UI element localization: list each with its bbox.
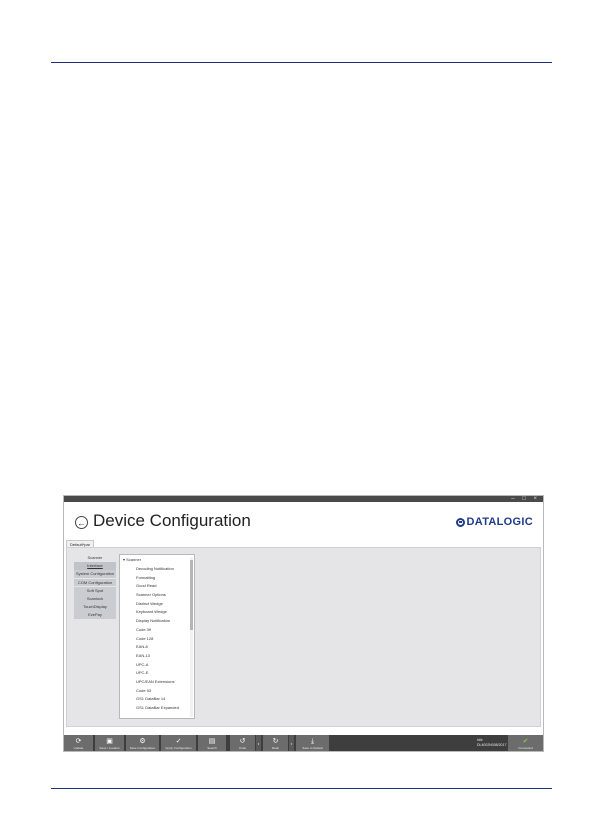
tree-root-label: Scanner [126,557,142,562]
search-icon: ▤ [208,737,216,745]
undo-icon: ↺ [239,737,246,745]
redo-button[interactable]: ↻ Redo [263,735,288,751]
check-icon: ✓ [175,737,182,745]
save-icon: ▣ [106,737,113,745]
nav-item-scanner[interactable]: Scanner [74,554,116,562]
search-button[interactable]: ▤ Search [198,735,226,751]
tree-item[interactable]: Code 93 [136,687,179,696]
status-device-id: DL4002N008/2017 [477,743,507,747]
app-header: ← Device Configuration DATALOGIC [64,502,543,538]
redo-icon: ↻ [272,737,279,745]
undo-dropdown[interactable]: ▾ [256,735,261,751]
tree-scrollbar[interactable] [190,557,193,717]
tree-item[interactable]: UPC-A [136,661,179,670]
undo-button[interactable]: ↺ Undo [230,735,255,751]
scrollbar-thumb[interactable] [190,560,193,630]
save-loaders-button[interactable]: ▣ Save / Loaders [95,735,124,751]
application-window: – □ × ← Device Configuration DATALOGIC D… [63,495,544,752]
nav-item-soft-spot[interactable]: Soft Spot [74,586,116,595]
header-rule [51,62,552,63]
tree-item[interactable]: Formatting [136,574,179,583]
tree-item[interactable]: Keyboard Wedge [136,608,179,617]
tree-item[interactable]: Code 128 [136,635,179,644]
nav-item-com-configuration[interactable]: COM Configuration [74,578,116,587]
nav-item-system-configuration[interactable]: System Configuration [74,570,116,579]
tree-item[interactable]: GS1 DataBar Expanded [136,704,179,713]
apply-configuration-button[interactable]: ✓ Apply Configuration [161,735,196,751]
connect-button[interactable]: ✔ Connected [508,735,543,751]
chevron-down-icon: ▾ [257,741,260,746]
nav-item-ezepay[interactable]: EzePay [74,611,116,620]
tree-root[interactable]: ▾ Scanner [123,557,141,562]
tree-item[interactable]: EAN-8 [136,643,179,652]
logo-mark-icon [455,517,465,527]
bottom-toolbar: ⟳ Update ▣ Save / Loaders ⚙ Save Configu… [64,735,543,751]
nav-item-touchdisplay[interactable]: TouchDisplay [74,603,116,611]
tree-item[interactable]: Scanner Options [136,591,179,600]
nav-item-scanlock[interactable]: Scanlock [74,594,116,603]
tree-item[interactable]: Decoding Notification [136,565,179,574]
tree-item[interactable]: UPC/EAN Extensions [136,678,179,687]
update-button[interactable]: ⟳ Update [64,735,93,751]
category-nav: Scanner Interface System Configuration C… [74,554,116,620]
device-status: Idle DL4002N008/2017 [477,738,506,748]
chevron-down-icon: ▾ [290,741,293,746]
tree-item[interactable]: Distinct Wedge [136,600,179,609]
tree-item[interactable]: Display Notification [136,617,179,626]
datalogic-logo: DATALOGIC [455,516,533,528]
save-to-default-button[interactable]: ⤓ Save to Default [296,735,329,751]
redo-dropdown[interactable]: ▾ [289,735,294,751]
footer-rule [51,788,552,789]
logo-text: DATALOGIC [466,516,533,528]
back-arrow-icon[interactable]: ← [75,516,88,529]
settings-tree: ▾ Scanner Decoding Notification Formatti… [119,554,195,719]
refresh-icon: ⟳ [75,737,82,745]
download-icon: ⤓ [310,737,315,745]
config-panel: Scanner Interface System Configuration C… [66,547,541,727]
nav-item-interface[interactable]: Interface [74,562,116,570]
tree-item[interactable]: UPC-E [136,669,179,678]
tree-items: Decoding Notification Formatting Good Re… [136,565,179,713]
save-configuration-button[interactable]: ⚙ Save Configuration [126,735,159,751]
tree-item[interactable]: Code 39 [136,626,179,635]
settings-icon: ⚙ [139,737,146,745]
tree-item[interactable]: Good Read [136,582,179,591]
tree-item[interactable]: EAN-13 [136,652,179,661]
page-title: Device Configuration [93,511,251,530]
plug-icon: ✔ [522,737,529,745]
tree-item[interactable]: GS1 DataBar 14 [136,695,179,704]
